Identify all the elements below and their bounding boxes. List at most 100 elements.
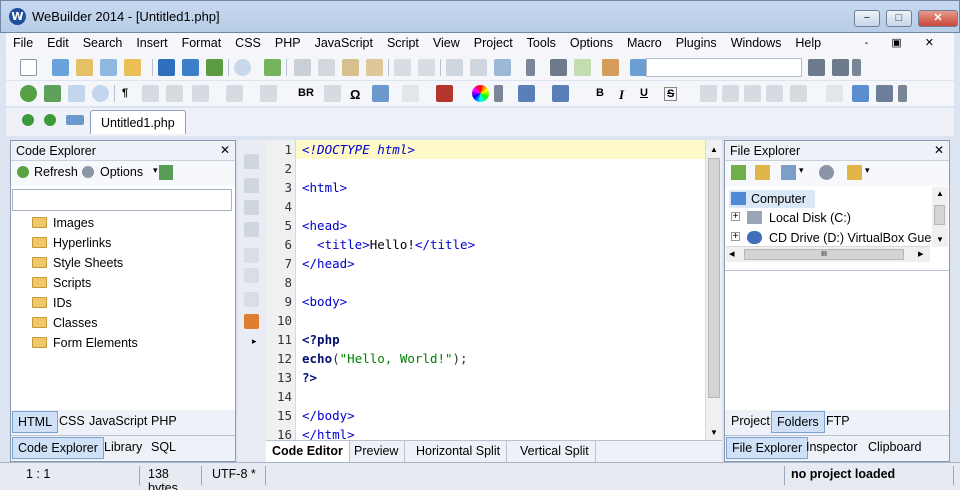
tab-inspector[interactable]: Inspector <box>801 437 862 459</box>
tree-item-hyperlinks[interactable]: Hyperlinks <box>32 236 111 256</box>
scroll-up-icon[interactable]: ▲ <box>710 145 718 154</box>
tab-javascript[interactable]: JavaScript <box>84 411 152 433</box>
code-line[interactable] <box>302 273 742 292</box>
line-break-button[interactable]: BR <box>298 87 314 99</box>
special-chars-button[interactable]: Ω <box>350 87 360 102</box>
tree-node-cd-drive[interactable]: + CD Drive (D:) VirtualBox Guest A <box>729 229 933 247</box>
form-icon[interactable] <box>260 85 277 102</box>
app-logo-icon[interactable]: W <box>9 8 26 25</box>
tab-untitled1[interactable]: Untitled1.php <box>90 110 186 134</box>
refresh-icon[interactable] <box>17 166 29 178</box>
comment-icon[interactable] <box>244 292 259 307</box>
font-icon[interactable] <box>518 85 535 102</box>
script-icon[interactable] <box>372 85 389 102</box>
code-line[interactable] <box>302 159 742 178</box>
new-file-icon[interactable] <box>20 59 37 76</box>
binoculars-icon[interactable] <box>550 59 567 76</box>
tree-item-scripts[interactable]: Scripts <box>32 276 91 296</box>
quick-search-combo[interactable] <box>646 58 802 77</box>
heading-icon[interactable] <box>192 85 209 102</box>
mdi-controls[interactable]: - ▣ ✕ <box>865 36 944 49</box>
tab-code-explorer[interactable]: Code Explorer <box>12 437 104 459</box>
tree-item-ids[interactable]: IDs <box>32 296 72 316</box>
menu-script[interactable]: Script <box>380 33 426 55</box>
brace-expand-icon[interactable] <box>244 200 259 215</box>
menu-insert[interactable]: Insert <box>129 33 174 55</box>
toolbar4-options-icon[interactable] <box>898 85 907 102</box>
table-icon[interactable] <box>226 85 243 102</box>
find-in-files-icon[interactable] <box>602 59 619 76</box>
close-panel-icon[interactable]: ✕ <box>220 143 230 157</box>
menu-macro[interactable]: Macro <box>620 33 669 55</box>
open-folder-icon[interactable] <box>124 59 141 76</box>
menu-plugins[interactable]: Plugins <box>669 33 724 55</box>
indent-icon[interactable] <box>446 59 463 76</box>
expand-gutter-icon[interactable]: ▸ <box>252 336 262 346</box>
menu-javascript[interactable]: JavaScript <box>308 33 380 55</box>
tree-node-computer[interactable]: Computer <box>729 190 815 208</box>
select-block-icon[interactable] <box>244 268 259 283</box>
paste-special-icon[interactable] <box>366 59 383 76</box>
globe-link-icon[interactable] <box>20 85 37 102</box>
color-wheel-icon[interactable] <box>472 85 489 102</box>
scroll-left-icon[interactable]: ◂ <box>729 247 735 260</box>
tab-library[interactable]: Library <box>99 437 147 459</box>
tab-list-icon[interactable] <box>66 115 84 125</box>
close-panel-icon[interactable]: ✕ <box>934 143 944 157</box>
menu-css[interactable]: CSS <box>228 33 268 55</box>
undo-icon[interactable] <box>394 59 411 76</box>
tree-node-local-disk[interactable]: + Local Disk (C:) <box>729 209 929 227</box>
code-line[interactable]: <head> <box>302 216 742 235</box>
menu-view[interactable]: View <box>426 33 467 55</box>
underline-button[interactable]: U <box>640 87 648 99</box>
expand-icon[interactable]: + <box>731 212 740 222</box>
code-line[interactable]: </body> <box>302 406 742 425</box>
save-all-icon[interactable] <box>182 59 199 76</box>
outdent-icon[interactable] <box>470 59 487 76</box>
code-line[interactable]: <title>Hello!</title> <box>302 235 742 254</box>
options-dropdown-icon[interactable]: ▾ <box>153 165 158 176</box>
tab-clipboard[interactable]: Clipboard <box>863 437 927 459</box>
goto-icon[interactable] <box>630 59 647 76</box>
cut-icon[interactable] <box>294 59 311 76</box>
unordered-list-icon[interactable] <box>142 85 159 102</box>
file-tree-hscroll-thumb[interactable]: III <box>744 249 904 260</box>
document-icon[interactable] <box>826 85 843 102</box>
tab-file-explorer[interactable]: File Explorer <box>726 437 809 459</box>
tab-html[interactable]: HTML <box>12 411 59 433</box>
tree-item-style-sheets[interactable]: Style Sheets <box>32 256 123 276</box>
align-center-icon[interactable] <box>722 85 739 102</box>
toolbar2-options-icon[interactable] <box>852 59 861 76</box>
template-icon[interactable] <box>100 59 117 76</box>
paragraph-icon[interactable]: ¶ <box>122 87 128 99</box>
menu-search[interactable]: Search <box>76 33 130 55</box>
menu-php[interactable]: PHP <box>268 33 308 55</box>
color-picker-icon[interactable] <box>436 85 453 102</box>
save-icon[interactable] <box>158 59 175 76</box>
block-icon[interactable] <box>244 248 259 263</box>
menu-file[interactable]: File <box>6 33 40 55</box>
tab-sql[interactable]: SQL <box>146 437 181 459</box>
code-line[interactable] <box>302 387 742 406</box>
save-copy-icon[interactable] <box>206 59 223 76</box>
tab-horizontal-split[interactable]: Horizontal Split <box>410 441 508 462</box>
refresh-button[interactable]: Refresh <box>34 165 78 179</box>
bracket-icon[interactable] <box>244 222 259 237</box>
tag-icon[interactable] <box>402 85 419 102</box>
file-tree-horizontal-scrollbar[interactable]: ◂ III ▸ <box>726 246 930 262</box>
scroll-up-icon[interactable]: ▲ <box>936 189 944 198</box>
code-line[interactable]: <html> <box>302 178 742 197</box>
ordered-list-icon[interactable] <box>166 85 183 102</box>
editor-vertical-scrollbar[interactable]: ▲ ▼ <box>705 140 722 440</box>
image-icon[interactable] <box>44 85 61 102</box>
justify-icon[interactable] <box>766 85 783 102</box>
code-line[interactable]: <!DOCTYPE html> <box>302 140 742 159</box>
scroll-down-icon[interactable]: ▼ <box>936 235 944 244</box>
align-right-icon[interactable] <box>744 85 761 102</box>
validate-icon[interactable] <box>244 314 259 329</box>
copy-icon[interactable] <box>318 59 335 76</box>
tab-ftp[interactable]: FTP <box>821 411 855 433</box>
view-icon[interactable] <box>781 165 796 180</box>
gear-icon[interactable] <box>82 166 94 178</box>
favorites-dropdown-icon[interactable]: ▾ <box>865 165 870 176</box>
